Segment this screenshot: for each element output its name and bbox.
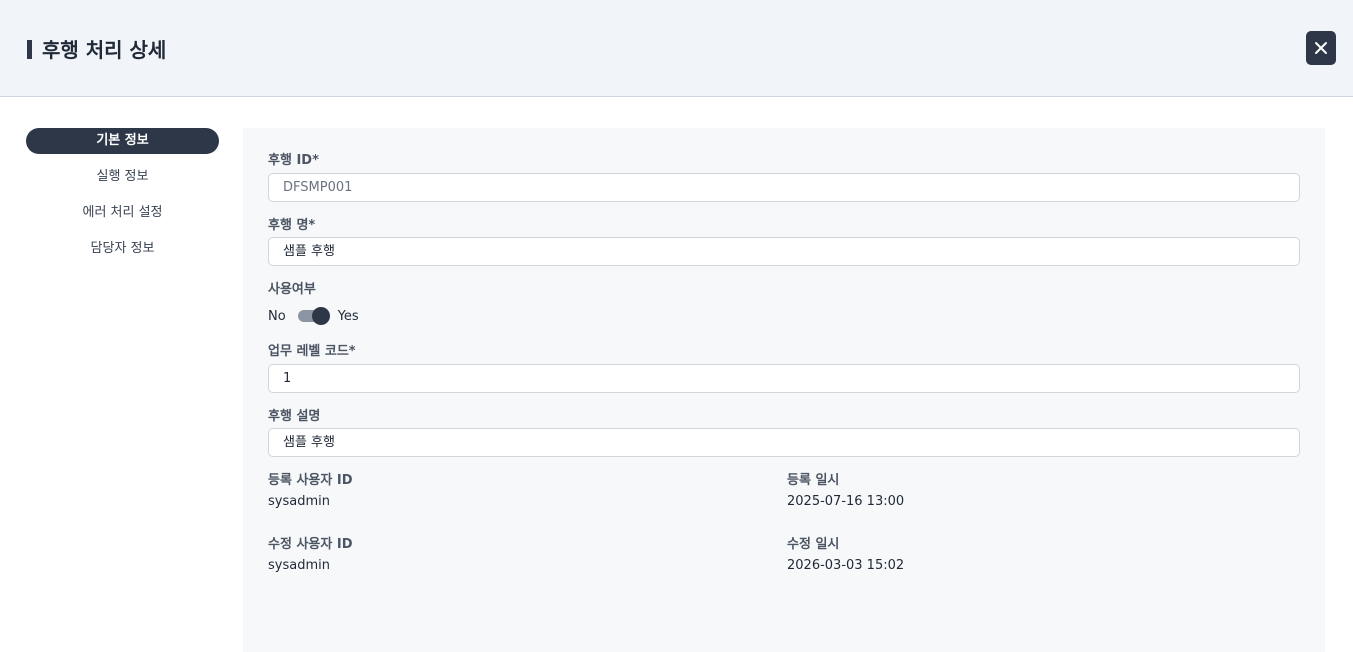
title-accent-bar	[27, 40, 32, 59]
side-nav: 기본 정보 실행 정보 에러 처리 설정 담당자 정보	[26, 128, 219, 272]
close-button[interactable]	[1306, 31, 1336, 65]
page-title: 후행 처리 상세	[42, 38, 167, 62]
detail-panel: 후행 ID* DFSMP001 후행 명* 샘플 후행 사용여부 No Yes …	[243, 128, 1325, 652]
id-field[interactable]: DFSMP001	[268, 173, 1300, 202]
desc-field[interactable]: 샘플 후행	[268, 428, 1300, 457]
mod-date-label: 수정 일시	[787, 537, 840, 552]
desc-label: 후행 설명	[268, 409, 321, 424]
reg-date-label: 등록 일시	[787, 473, 840, 488]
toggle-knob	[311, 307, 330, 325]
side-item-error-settings[interactable]: 에러 처리 설정	[26, 200, 219, 226]
toggle-yes-label: Yes	[337, 308, 359, 324]
mod-user-label: 수정 사용자 ID	[268, 537, 353, 552]
use-label: 사용여부	[268, 282, 316, 297]
use-toggle-row: No Yes	[268, 306, 359, 326]
use-toggle[interactable]	[297, 307, 330, 325]
id-label: 후행 ID*	[268, 153, 319, 168]
side-item-basic-info[interactable]: 기본 정보	[26, 128, 219, 154]
reg-user-value: sysadmin	[268, 494, 330, 509]
reg-user-label: 등록 사용자 ID	[268, 473, 353, 488]
side-item-manager-info[interactable]: 담당자 정보	[26, 236, 219, 262]
modal-header: 후행 처리 상세	[0, 0, 1353, 97]
mod-user-value: sysadmin	[268, 558, 330, 573]
mod-date-value: 2026-03-03 15:02	[787, 558, 905, 573]
close-icon	[1315, 42, 1327, 54]
side-item-exec-info[interactable]: 실행 정보	[26, 164, 219, 190]
name-label: 후행 명*	[268, 218, 316, 233]
level-field[interactable]: 1	[268, 364, 1300, 393]
reg-date-value: 2025-07-16 13:00	[787, 494, 905, 509]
name-field[interactable]: 샘플 후행	[268, 237, 1300, 266]
level-label: 업무 레벨 코드*	[268, 344, 356, 359]
toggle-no-label: No	[268, 308, 286, 324]
